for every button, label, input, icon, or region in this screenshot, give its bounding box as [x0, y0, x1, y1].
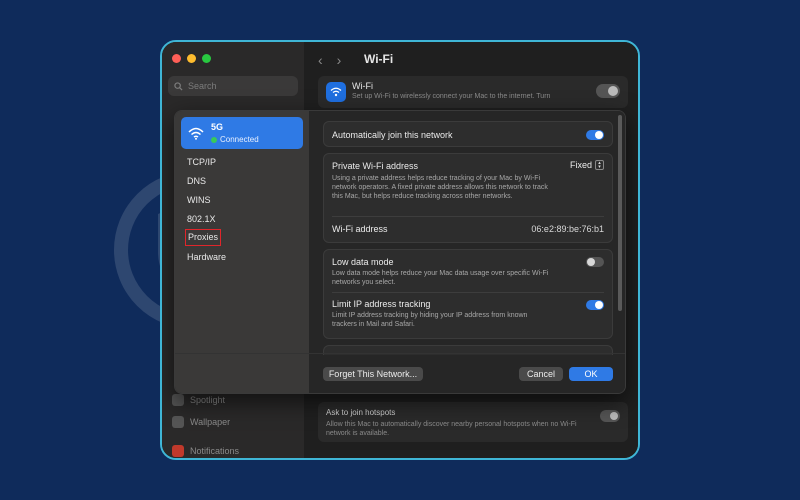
sidebar-item-notifications[interactable]: Notifications	[172, 445, 239, 457]
address-group: Private Wi-Fi address Fixed ▴ ▾ Using a p…	[323, 153, 613, 243]
divider	[332, 292, 604, 293]
private-address-value: Fixed	[569, 160, 592, 170]
forward-button[interactable]: ›	[337, 52, 342, 68]
tab-802-1x[interactable]: 802.1X	[185, 212, 218, 227]
sidebar-item-wallpaper[interactable]: Wallpaper	[172, 416, 230, 428]
tab-wins[interactable]: WINS	[185, 193, 213, 208]
forget-network-button[interactable]: Forget This Network...	[323, 367, 423, 381]
private-address-select[interactable]: Fixed ▴ ▾	[570, 160, 604, 170]
hotspot-description: Allow this Mac to automatically discover…	[326, 421, 577, 437]
details-content: Automatically join this network Private …	[309, 111, 625, 393]
low-data-label: Low data mode	[332, 257, 394, 267]
private-address-label: Private Wi-Fi address	[332, 161, 419, 171]
sidebar-item-spotlight[interactable]: Spotlight	[172, 394, 225, 406]
wallpaper-icon	[172, 416, 184, 428]
network-status-label: Connected	[220, 135, 259, 144]
tab-dns[interactable]: DNS	[185, 174, 208, 189]
sidebar-item-label: Spotlight	[190, 395, 226, 405]
auto-join-label: Automatically join this network	[332, 130, 453, 140]
wifi-card-subtitle: Set up Wi-Fi to wirelessly connect your …	[352, 93, 551, 100]
details-sidebar: 5G Connected TCP/IP DNS WINS 802.1X Prox…	[175, 111, 309, 393]
wifi-icon	[326, 82, 346, 102]
network-details-sheet: 5G Connected TCP/IP DNS WINS 802.1X Prox…	[174, 110, 626, 394]
private-address-description: Using a private address helps reduce tra…	[332, 175, 548, 200]
minimize-window-button[interactable]	[187, 54, 196, 63]
wifi-card-title: Wi-Fi	[352, 81, 373, 91]
sheet-footer: Forget This Network... Cancel OK	[175, 353, 625, 393]
network-status: Connected	[211, 135, 259, 144]
limit-ip-toggle[interactable]	[586, 300, 604, 310]
navigation-buttons: ‹ ›	[318, 52, 341, 68]
network-name: 5G	[211, 122, 224, 132]
wifi-icon	[187, 124, 205, 142]
window-controls	[172, 54, 211, 63]
search-icon	[174, 81, 183, 91]
low-data-description: Low data mode helps reduce your Mac data…	[332, 270, 549, 286]
divider	[332, 216, 604, 217]
limit-ip-description: Limit IP address tracking by hiding your…	[332, 312, 528, 328]
wifi-address-value: 06:e2:89:be:76:b1	[531, 224, 604, 234]
scrollbar[interactable]	[618, 115, 622, 311]
data-tracking-group: Low data mode Low data mode helps reduce…	[323, 249, 613, 339]
wifi-address-label: Wi-Fi address	[332, 224, 388, 234]
ok-button[interactable]: OK	[569, 367, 613, 381]
notifications-icon	[172, 445, 184, 457]
auto-join-group: Automatically join this network	[323, 121, 613, 147]
wifi-master-card: Wi-Fi Set up Wi-Fi to wirelessly connect…	[318, 76, 628, 108]
hotspot-card: Ask to join hotspots Allow this Mac to a…	[318, 402, 628, 442]
connected-dot-icon	[211, 136, 217, 143]
settings-search-input[interactable]: Search	[168, 76, 298, 96]
spotlight-icon	[172, 394, 184, 406]
tab-tcp-ip[interactable]: TCP/IP	[185, 155, 218, 170]
settings-window: Search Spotlight Wallpaper Notifications…	[160, 40, 640, 460]
tab-hardware[interactable]: Hardware	[185, 250, 228, 265]
limit-ip-label: Limit IP address tracking	[332, 299, 431, 309]
wifi-master-toggle[interactable]	[596, 84, 620, 98]
tab-proxies[interactable]: Proxies	[185, 229, 222, 246]
sidebar-item-label: Notifications	[190, 446, 240, 456]
back-button[interactable]: ‹	[318, 52, 323, 68]
zoom-window-button[interactable]	[202, 54, 211, 63]
search-placeholder: Search	[188, 81, 217, 91]
cancel-button[interactable]: Cancel	[519, 367, 563, 381]
stepper-icon: ▴ ▾	[595, 160, 604, 170]
low-data-toggle[interactable]	[586, 257, 604, 267]
network-item-5g[interactable]: 5G Connected	[181, 117, 303, 149]
sidebar-item-label: Wallpaper	[190, 417, 231, 427]
close-window-button[interactable]	[172, 54, 181, 63]
auto-join-toggle[interactable]	[586, 130, 604, 140]
hotspot-title: Ask to join hotspots	[326, 408, 396, 417]
page-title: Wi-Fi	[364, 52, 394, 66]
hotspot-toggle[interactable]	[600, 410, 620, 422]
